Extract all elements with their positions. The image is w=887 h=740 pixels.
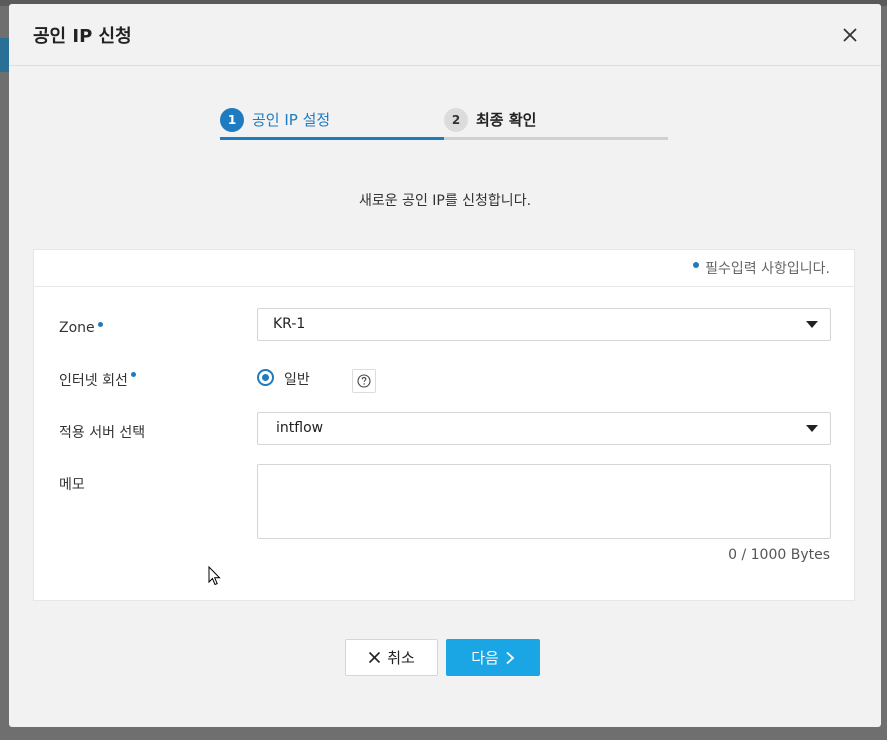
panel-divider bbox=[34, 286, 854, 287]
dropdown-arrow-icon bbox=[806, 425, 818, 432]
internet-line-option-label: 일반 bbox=[284, 372, 310, 388]
dialog-description: 새로운 공인 IP를 신청합니다. bbox=[358, 193, 532, 209]
next-button[interactable]: 다음 bbox=[446, 639, 540, 676]
zone-label: Zone bbox=[59, 320, 103, 336]
zone-select-value: KR-1 bbox=[273, 316, 306, 332]
memo-label: 메모 bbox=[59, 477, 85, 493]
step-2-label: 최종 확인 bbox=[476, 111, 537, 129]
step-1-number: 1 bbox=[220, 107, 244, 132]
close-button[interactable] bbox=[839, 24, 861, 46]
close-icon bbox=[369, 651, 381, 664]
dialog-title: 공인 IP 신청 bbox=[33, 26, 132, 47]
byte-counter: 0 / 1000 Bytes bbox=[728, 547, 830, 563]
step-1: 1 공인 IP 설정 bbox=[220, 102, 444, 140]
dialog-header: 공인 IP 신청 bbox=[9, 4, 881, 66]
dropdown-arrow-icon bbox=[806, 321, 818, 328]
server-select-value: intflow bbox=[276, 420, 324, 436]
zone-select[interactable]: KR-1 bbox=[257, 308, 831, 341]
server-select[interactable]: intflow bbox=[257, 412, 831, 445]
internet-line-label: 인터넷 회선 bbox=[59, 370, 136, 390]
required-note-text: 필수입력 사항입니다. bbox=[705, 261, 830, 277]
server-select-label: 적용 서버 선택 bbox=[59, 425, 146, 441]
required-dot-icon bbox=[97, 322, 103, 327]
step-2-number: 2 bbox=[444, 107, 468, 132]
step-1-label: 공인 IP 설정 bbox=[252, 111, 331, 129]
mouse-cursor-icon bbox=[208, 566, 221, 586]
internet-line-radio-general[interactable] bbox=[257, 369, 274, 386]
internet-line-label-text: 인터넷 회선 bbox=[59, 373, 128, 389]
step-indicator: 1 공인 IP 설정 2 최종 확인 bbox=[220, 102, 668, 140]
chevron-right-icon bbox=[506, 651, 515, 664]
memo-textarea[interactable] bbox=[257, 464, 831, 539]
required-note: 필수입력 사항입니다. bbox=[693, 258, 830, 278]
cancel-button[interactable]: 취소 bbox=[345, 639, 438, 676]
next-button-label: 다음 bbox=[471, 649, 499, 667]
help-button[interactable] bbox=[352, 369, 376, 393]
cancel-button-label: 취소 bbox=[387, 649, 415, 667]
required-dot-icon bbox=[693, 262, 700, 268]
step-2: 2 최종 확인 bbox=[444, 102, 668, 140]
zone-label-text: Zone bbox=[59, 320, 95, 336]
close-icon bbox=[843, 28, 857, 42]
question-icon bbox=[357, 374, 371, 388]
form-panel: 필수입력 사항입니다. Zone KR-1 인터넷 회선 일반 적용 서버 선택… bbox=[33, 249, 855, 601]
required-dot-icon bbox=[130, 372, 136, 377]
public-ip-request-dialog: 공인 IP 신청 1 공인 IP 설정 2 최종 확인 새로운 공인 IP를 신… bbox=[9, 4, 881, 727]
